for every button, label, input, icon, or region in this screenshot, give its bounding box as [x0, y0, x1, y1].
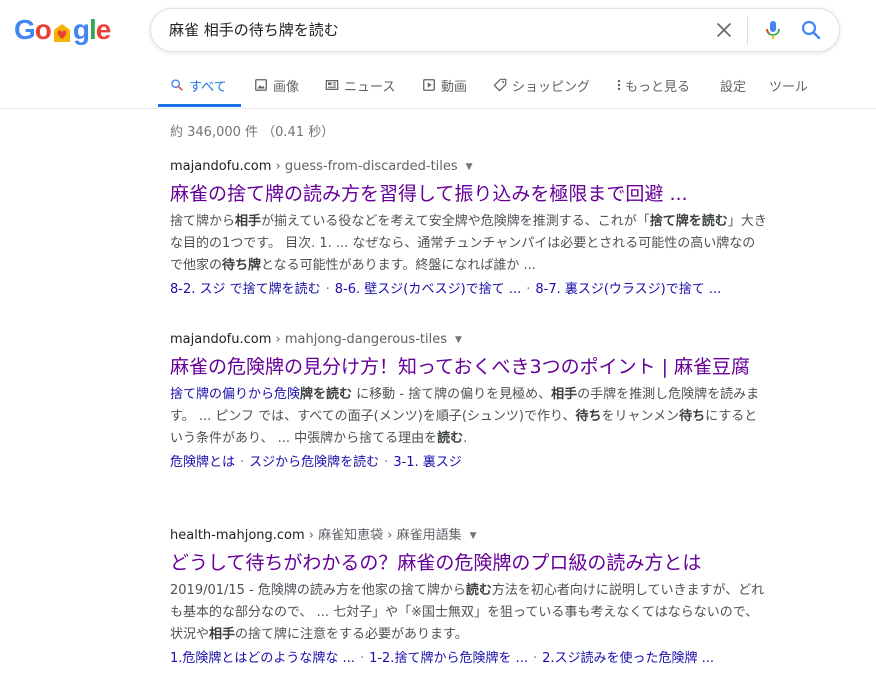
- sitelink[interactable]: 8-2. スジ で捨て牌を読む: [170, 282, 321, 297]
- sitelink[interactable]: 2.スジ読みを使った危険牌 ...: [542, 651, 714, 666]
- sitelink-separator: ·: [384, 455, 389, 470]
- tab-label: もっと見る: [625, 79, 691, 95]
- sitelink[interactable]: 危険牌とは: [170, 455, 235, 470]
- result-title[interactable]: 麻雀の捨て牌の読み方を習得して振り込みを極限まで回避 ...: [170, 181, 770, 207]
- logo-letter: o: [34, 14, 52, 45]
- result-sitelinks: 1.危険牌とはどのような牌な ... · 1-2.捨て牌から危険牌を ... · 2.ス…: [170, 648, 770, 670]
- result-title[interactable]: 麻雀の危険牌の見分け方！知っておくべき3つのポイント | 麻雀豆腐: [170, 354, 770, 380]
- search-divider: [747, 17, 748, 45]
- result-url[interactable]: majandofu.com › guess-from-discarded-til…: [170, 157, 770, 177]
- result-title[interactable]: どうして待ちがわかるの？麻雀の危険牌のプロ級の読み方とは: [170, 550, 770, 576]
- tab-label: すべて: [189, 79, 227, 95]
- result-sitelinks: 危険牌とは · スジから危険牌を読む · 3-1. 裏スジ: [170, 452, 770, 474]
- search-result: majandofu.com › guess-from-discarded-til…: [170, 157, 770, 301]
- logo-letter: e: [95, 14, 112, 45]
- logo-letter: l: [89, 14, 97, 45]
- tab-tools[interactable]: ツール: [769, 62, 808, 108]
- result-url[interactable]: majandofu.com › mahjong-dangerous-tiles ▼: [170, 330, 770, 350]
- tab-label: ショッピング: [512, 79, 591, 95]
- result-stats: 約 346,000 件 （0.41 秒）: [170, 125, 335, 140]
- search-box[interactable]: 麻雀 相手の待ち牌を読む: [150, 8, 840, 52]
- sitelink[interactable]: 8-6. 壁スジ(カベスジ)で捨て ...: [335, 282, 521, 297]
- result-snippet: 捨て牌から相手が揃えている役などを考えて安全牌や危険牌を推測する、これが「捨て牌…: [170, 214, 767, 273]
- tab-settings[interactable]: 設定: [720, 62, 746, 108]
- tab-label: 設定: [720, 79, 747, 95]
- tab-more[interactable]: もっと見る: [616, 62, 690, 108]
- search-icon: [171, 79, 183, 91]
- sitelink[interactable]: スジから危険牌を読む: [249, 455, 379, 470]
- logo-letter: G: [14, 14, 36, 45]
- result-path: › mahjong-dangerous-tiles: [271, 332, 447, 347]
- result-path: › guess-from-discarded-tiles: [271, 159, 458, 174]
- tag-icon: [493, 78, 507, 92]
- tab-news[interactable]: ニュース: [325, 62, 395, 108]
- tab-label: 動画: [441, 79, 468, 95]
- caret-down-icon[interactable]: ▼: [466, 157, 473, 177]
- result-site: health-mahjong.com: [170, 528, 305, 543]
- news-icon: [325, 80, 339, 90]
- sitelink[interactable]: 8-7. 裏スジ(ウラスジ)で捨て ...: [535, 282, 721, 297]
- video-icon: [423, 79, 435, 91]
- search-tabs: すべて 画像 ニュース 動画 ショッピング もっと見る 設定 ツール: [158, 62, 876, 108]
- result-snippet: 2019/01/15 - 危険牌の読み方を他家の捨て牌から読む方法を初心者向けに…: [170, 583, 765, 642]
- result-url[interactable]: health-mahjong.com › 麻雀知恵袋 › 麻雀用語集 ▼: [170, 526, 770, 546]
- image-icon: [255, 79, 267, 91]
- result-site: majandofu.com: [170, 332, 272, 347]
- google-logo[interactable]: G o g l e: [14, 14, 111, 46]
- tab-videos[interactable]: 動画: [422, 62, 467, 108]
- clear-icon[interactable]: [713, 19, 735, 41]
- tab-label: ツール: [769, 79, 809, 95]
- tab-all[interactable]: すべて: [170, 62, 227, 108]
- caret-down-icon[interactable]: ▼: [455, 330, 462, 350]
- sitelink-separator: ·: [325, 282, 330, 297]
- sitelink-separator: ·: [526, 282, 531, 297]
- search-result: majandofu.com › mahjong-dangerous-tiles ▼…: [170, 330, 770, 474]
- more-vert-icon: [617, 79, 621, 91]
- tabs-divider: [0, 108, 876, 109]
- result-sitelinks: 8-2. スジ で捨て牌を読む · 8-6. 壁スジ(カベスジ)で捨て ... · 8-…: [170, 279, 770, 301]
- search-result: health-mahjong.com › 麻雀知恵袋 › 麻雀用語集 ▼ どうして…: [170, 526, 770, 670]
- logo-heart-icon: [52, 19, 72, 42]
- microphone-icon[interactable]: [761, 18, 785, 42]
- result-site: majandofu.com: [170, 159, 272, 174]
- sitelink-separator: ·: [359, 651, 365, 666]
- sitelink-separator: ·: [240, 455, 245, 470]
- caret-down-icon[interactable]: ▼: [470, 526, 477, 546]
- tab-label: ニュース: [344, 79, 396, 95]
- active-tab-indicator: [158, 104, 241, 107]
- tab-images[interactable]: 画像: [254, 62, 299, 108]
- result-snippet: 捨て牌の偏りから危険牌を読む に移動 - 捨て牌の偏りを見極め、相手の手牌を推測…: [170, 387, 760, 446]
- search-icon[interactable]: [799, 18, 823, 42]
- sitelink[interactable]: 1-2.捨て牌から危険牌を ...: [369, 651, 528, 666]
- sitelink[interactable]: 3-1. 裏スジ: [393, 455, 462, 470]
- tab-label: 画像: [273, 79, 300, 95]
- tab-shopping[interactable]: ショッピング: [493, 62, 590, 108]
- sitelink[interactable]: 1.危険牌とはどのような牌な ...: [170, 651, 355, 666]
- sitelink-separator: ·: [532, 651, 538, 666]
- logo-letter: g: [72, 14, 90, 45]
- search-input[interactable]: 麻雀 相手の待ち牌を読む: [169, 9, 339, 51]
- result-path: › 麻雀知恵袋 › 麻雀用語集: [304, 528, 462, 543]
